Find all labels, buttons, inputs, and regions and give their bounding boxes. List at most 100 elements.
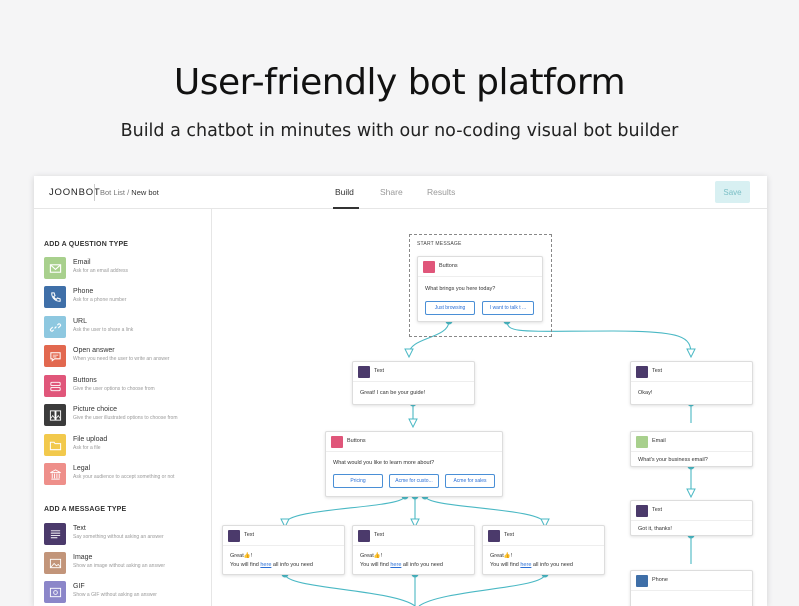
buttons-icon: [423, 261, 435, 273]
text-node-pricing[interactable]: Text Great👍! You will find here all info …: [222, 525, 345, 575]
top-bar: JOONBOT Bot List / New bot Build Share R…: [34, 176, 767, 209]
node-title: Text: [652, 368, 663, 374]
node-text: What's your business email?: [638, 457, 708, 463]
tab-share[interactable]: Share: [380, 187, 403, 197]
option-button[interactable]: Just browsing: [425, 301, 475, 315]
tab-results[interactable]: Results: [427, 187, 455, 197]
folder-icon: [44, 434, 66, 456]
bank-icon: [44, 463, 66, 485]
question-type-desc: Give the user options to choose from: [73, 386, 155, 392]
link-icon: [44, 316, 66, 338]
phone-icon: [44, 286, 66, 308]
message-type-desc: Show an image without asking an answer: [73, 563, 165, 569]
node-text-pre: You will find: [360, 562, 391, 568]
node-text: What brings you here today?: [425, 286, 496, 292]
question-type-buttons[interactable]: Buttons Give the user options to choose …: [44, 375, 209, 399]
node-text: What would you like to learn more about?: [333, 460, 435, 466]
node-title: Buttons: [347, 438, 366, 444]
node-title: Text: [652, 507, 663, 513]
node-text-post: all info you need: [271, 562, 313, 568]
node-title: Text: [374, 532, 385, 538]
app-window: JOONBOT Bot List / New bot Build Share R…: [34, 176, 767, 606]
option-button[interactable]: Pricing: [333, 474, 383, 488]
text-node-okay[interactable]: Text Okay!: [630, 361, 753, 405]
option-button[interactable]: Acme for custo...: [389, 474, 439, 488]
start-message-label: START MESSAGE: [417, 241, 462, 247]
message-type-title: Text: [73, 525, 86, 532]
node-header: Text: [353, 362, 474, 382]
phone-node[interactable]: Phone: [630, 570, 753, 606]
breadcrumb-bot-list[interactable]: Bot List: [100, 188, 125, 197]
node-text-line1: Great👍!: [490, 553, 513, 559]
node-header: Text: [223, 526, 344, 546]
question-type-url[interactable]: URL Ask the user to share a link: [44, 316, 209, 340]
question-type-desc: Ask for an email address: [73, 268, 129, 274]
question-type-title: Phone: [73, 288, 94, 295]
question-type-email[interactable]: Email Ask for an email address: [44, 257, 209, 281]
node-text: Okay!: [638, 390, 653, 396]
chat-bubble-icon: [44, 345, 66, 367]
text-lines-icon: [636, 505, 648, 517]
question-type-desc: Ask for a phone number: [73, 297, 127, 303]
phone-icon: [636, 575, 648, 587]
question-type-title: URL: [73, 318, 88, 325]
text-node-sales[interactable]: Text Great👍! You will find here all info …: [482, 525, 605, 575]
node-text-line1: Great👍!: [230, 553, 253, 559]
node-text-post: all info you need: [531, 562, 573, 568]
message-type-text[interactable]: Text Say something without asking an ans…: [44, 523, 209, 547]
question-type-file-upload[interactable]: File upload Ask for a file: [44, 434, 209, 458]
question-type-picture-choice[interactable]: Picture choice Give the user illustrated…: [44, 404, 209, 428]
flow-canvas[interactable]: START MESSAGE Buttons What brings you he…: [213, 209, 767, 606]
node-text: Great👍! You will find here all info you n…: [490, 552, 573, 570]
here-link[interactable]: here: [520, 562, 531, 568]
text-lines-icon: [636, 366, 648, 378]
question-type-phone[interactable]: Phone Ask for a phone number: [44, 286, 209, 310]
node-text-line1: Great👍!: [360, 553, 383, 559]
email-node[interactable]: Email What's your business email?: [630, 431, 753, 467]
hero-title: User-friendly bot platform: [173, 62, 626, 103]
envelope-icon: [636, 436, 648, 448]
option-button[interactable]: I want to talk t ...: [482, 301, 534, 315]
logo-divider: [94, 184, 95, 201]
node-header: Text: [631, 362, 752, 382]
question-type-open-answer[interactable]: Open answer When you need the user to wr…: [44, 345, 209, 369]
node-text-pre: You will find: [230, 562, 261, 568]
message-type-desc: Show a GIF without asking an answer: [73, 592, 157, 598]
breadcrumb-current: New bot: [131, 188, 159, 197]
text-lines-icon: [488, 530, 500, 542]
text-lines-icon: [44, 523, 66, 545]
start-buttons-node[interactable]: Buttons What brings you here today? Just…: [417, 256, 543, 322]
question-type-header: ADD A QUESTION TYPE: [44, 241, 129, 248]
picture-choice-icon: [44, 404, 66, 426]
text-node-customers[interactable]: Text Great👍! You will find here all info …: [352, 525, 475, 575]
text-node-thanks[interactable]: Text Got it, thanks!: [630, 500, 753, 536]
buttons-node-learn[interactable]: Buttons What would you like to learn mor…: [325, 431, 503, 497]
message-type-image[interactable]: Image Show an image without asking an an…: [44, 552, 209, 576]
text-lines-icon: [358, 530, 370, 542]
question-type-legal[interactable]: Legal Ask your audience to accept someth…: [44, 463, 209, 487]
tab-build[interactable]: Build: [335, 187, 354, 197]
buttons-icon: [44, 375, 66, 397]
node-text: Great👍! You will find here all info you n…: [360, 552, 443, 570]
message-type-title: GIF: [73, 583, 85, 590]
here-link[interactable]: here: [390, 562, 401, 568]
buttons-icon: [331, 436, 343, 448]
text-node-guide[interactable]: Text Great! I can be your guide!: [352, 361, 475, 405]
node-header: Buttons: [418, 257, 542, 277]
node-title: Text: [374, 368, 385, 374]
message-type-header: ADD A MESSAGE TYPE: [44, 506, 127, 513]
question-type-title: File upload: [73, 436, 108, 443]
question-type-desc: Ask for a file: [73, 445, 101, 451]
node-title: Email: [652, 438, 666, 444]
question-type-title: Open answer: [73, 347, 115, 354]
breadcrumb: Bot List / New bot: [100, 188, 159, 197]
here-link[interactable]: here: [260, 562, 271, 568]
node-header: Email: [631, 432, 752, 452]
node-header: Buttons: [326, 432, 502, 452]
node-title: Text: [244, 532, 255, 538]
text-lines-icon: [358, 366, 370, 378]
message-type-gif[interactable]: GIF Show a GIF without asking an answer: [44, 581, 209, 605]
option-button[interactable]: Acme for sales: [445, 474, 495, 488]
app-logo[interactable]: JOONBOT: [49, 187, 101, 198]
save-button[interactable]: Save: [715, 181, 750, 203]
